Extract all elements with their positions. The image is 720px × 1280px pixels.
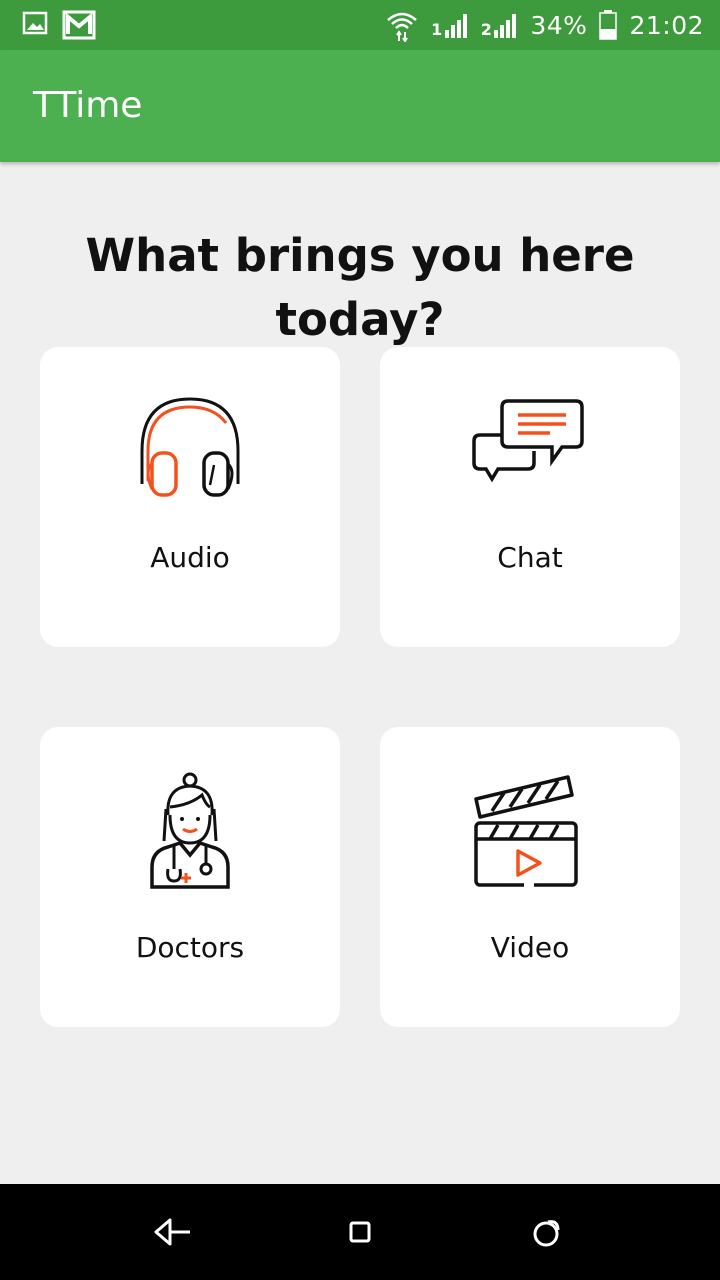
signal-icon (444, 14, 467, 38)
clapperboard-icon (474, 775, 578, 887)
clock: 21:02 (629, 10, 704, 40)
sim2-label: 2 (480, 20, 493, 39)
chat-option-card[interactable]: Chat (380, 347, 680, 647)
battery-percent: 34% (530, 10, 588, 40)
app-title: TTime (33, 85, 143, 126)
wifi-icon (387, 12, 417, 42)
battery-icon (599, 10, 618, 40)
doctors-option-card[interactable]: Doctors (40, 727, 340, 1027)
back-icon[interactable] (148, 1206, 200, 1258)
sim1-label: 1 (431, 20, 443, 39)
doctor-icon (150, 772, 230, 889)
home-icon[interactable] (334, 1206, 386, 1258)
recents-icon[interactable] (520, 1206, 572, 1258)
signal-icon (494, 14, 517, 38)
video-option-card[interactable]: Video (380, 727, 680, 1027)
page-heading: What brings you here today? (85, 229, 635, 346)
audio-option-card[interactable]: Audio (40, 347, 340, 647)
gmail-icon (62, 10, 96, 40)
chat-option-label: Chat (497, 541, 563, 574)
status-bar: 1 2 34% 21:02 (0, 0, 720, 50)
headphones-icon (140, 397, 240, 497)
audio-option-label: Audio (150, 541, 230, 574)
doctors-option-label: Doctors (135, 931, 245, 964)
chat-bubbles-icon (472, 399, 584, 483)
app-bar: TTime (0, 50, 720, 162)
image-notification-icon (22, 11, 48, 35)
video-option-label: Video (490, 931, 570, 964)
navigation-bar (0, 1184, 720, 1280)
